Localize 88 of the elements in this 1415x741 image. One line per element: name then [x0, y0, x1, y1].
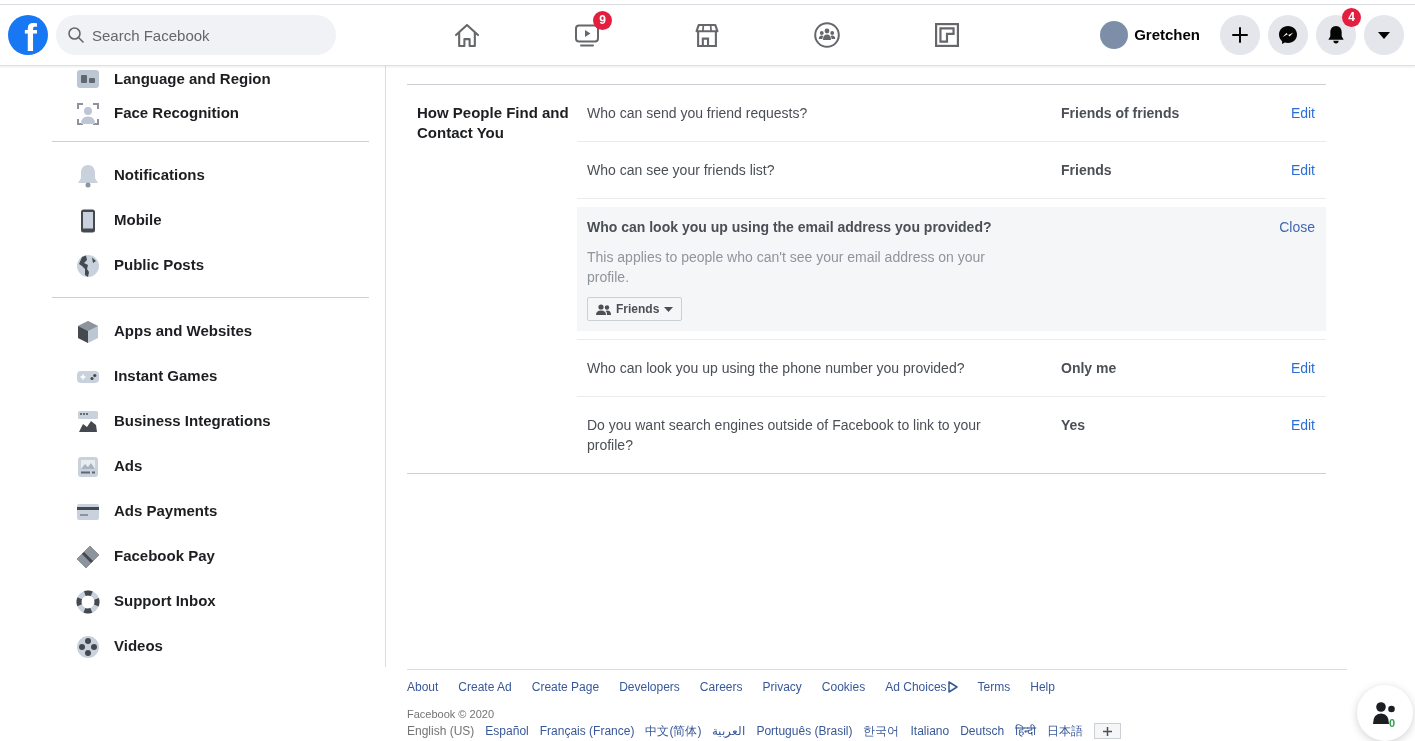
sidebar-item[interactable]: Facebook Pay — [52, 534, 369, 579]
storefront-icon — [695, 23, 719, 47]
home-icon — [455, 23, 479, 47]
sidebar-item[interactable]: Public Posts — [52, 243, 369, 288]
picture-icon — [76, 454, 100, 479]
count-label: 0 — [1389, 718, 1396, 729]
sidebar-item[interactable]: Ads — [52, 444, 369, 489]
language-link[interactable]: Deutsch — [960, 723, 1005, 739]
sidebar-item[interactable]: Face Recognition — [52, 91, 369, 136]
sidebar-item[interactable]: Instant Games — [52, 354, 369, 399]
close-link[interactable]: Close — [1279, 217, 1315, 237]
footer-link[interactable]: Privacy — [762, 679, 802, 695]
setting-question: Who can look you up using the email address you provided? — [587, 218, 992, 237]
notification-badge: 9 — [593, 10, 612, 30]
messenger-button[interactable] — [1268, 15, 1308, 55]
globe-icon — [76, 253, 100, 278]
search-field[interactable]: Search Facebook — [56, 15, 336, 55]
setting-value: Yes — [1061, 416, 1086, 435]
face-scan-icon — [76, 101, 100, 126]
setting-question: Who can see your friends list? — [587, 161, 775, 180]
plus-icon — [1103, 726, 1113, 736]
language-link[interactable]: Español — [485, 723, 529, 739]
sidebar-item[interactable]: Mobile — [52, 198, 369, 243]
caret-icon — [664, 306, 674, 312]
footer-link[interactable]: Create Ad — [458, 679, 512, 695]
square-frame-icon — [935, 23, 959, 47]
sidebar-item[interactable]: Language and Region — [52, 67, 369, 91]
sidebar-item[interactable]: Business Integrations — [52, 399, 369, 444]
people-icon — [596, 303, 611, 315]
film-reel-icon — [76, 634, 100, 659]
footer-link[interactable]: Cookies — [821, 679, 866, 695]
setting-question: Who can look you up using the phone number you provided? — [587, 359, 965, 378]
language-link[interactable]: हिन्दी — [1015, 723, 1037, 739]
language-link[interactable]: Italiano — [910, 723, 950, 739]
edit-link[interactable]: Edit — [1290, 358, 1315, 378]
sidebar-item[interactable]: Videos — [52, 624, 369, 669]
setting-value: Only me — [1061, 359, 1117, 378]
setting-value: Friends of friends — [1061, 104, 1180, 123]
card-icon — [76, 544, 100, 569]
language-link[interactable]: 日本語 — [1047, 723, 1084, 739]
bell-icon — [1328, 26, 1344, 44]
caret-icon — [1378, 31, 1390, 39]
section-title: How People Find and Contact You — [417, 103, 570, 143]
edit-link[interactable]: Edit — [1290, 103, 1315, 123]
audience-dropdown[interactable]: Friends — [587, 297, 683, 321]
account-menu-button[interactable] — [1364, 15, 1404, 55]
footer-link[interactable]: Careers — [699, 679, 743, 695]
footer-link[interactable]: About — [407, 679, 439, 695]
cube-icon — [76, 319, 100, 344]
edit-link[interactable]: Edit — [1290, 160, 1315, 180]
create-button[interactable] — [1220, 15, 1260, 55]
video-screen-icon — [575, 23, 599, 47]
setting-question: Do you want search engines outside of Facebook to link to your profile? — [587, 416, 982, 455]
language-link[interactable]: Français (France) — [539, 723, 635, 739]
footer-link[interactable]: Ad Choices — [885, 679, 958, 695]
search-icon — [68, 27, 84, 43]
sidebar-item[interactable]: Support Inbox — [52, 579, 369, 624]
profile-button[interactable]: Gretchen — [1096, 17, 1212, 53]
more-languages-button[interactable] — [1094, 723, 1122, 739]
setting-question: Who can send you friend requests? — [587, 104, 808, 123]
avatar — [1100, 21, 1129, 49]
logo[interactable]: f — [8, 15, 48, 55]
language-link[interactable]: 中文(简体) — [645, 723, 702, 739]
setting-description: This applies to people who can't see your email address on your profile. — [587, 248, 986, 287]
nav-tab[interactable]: 9 — [531, 4, 643, 66]
setting-value: Friends — [1061, 161, 1112, 180]
language-link[interactable]: 한국어 — [863, 723, 900, 739]
copyright-text: Facebook © 2020 — [407, 708, 494, 721]
notification-badge: 4 — [1342, 8, 1361, 27]
sidebar-item[interactable]: Ads Payments — [52, 489, 369, 534]
sidebar-item[interactable]: Notifications — [52, 153, 369, 198]
people-circle-icon — [814, 22, 840, 48]
language-link[interactable]: English (US) — [407, 723, 475, 739]
lifebuoy-icon — [76, 589, 100, 614]
tile-icon — [76, 67, 100, 91]
edit-link[interactable]: Edit — [1290, 415, 1315, 435]
footer-link[interactable]: Help — [1030, 679, 1055, 695]
language-link[interactable]: العربية — [712, 723, 746, 739]
window-icon — [76, 409, 100, 434]
footer-link[interactable]: Create Page — [531, 679, 600, 695]
chat-bubble-icon — [1279, 26, 1297, 44]
language-link[interactable]: Português (Brasil) — [756, 723, 853, 739]
footer-link[interactable]: Terms — [977, 679, 1011, 695]
footer-link[interactable]: Developers — [619, 679, 680, 695]
plus-icon — [1232, 27, 1248, 43]
bell-icon — [76, 163, 100, 188]
triangle-icon — [947, 681, 958, 693]
sidebar-item[interactable]: Apps and Websites — [52, 309, 369, 354]
